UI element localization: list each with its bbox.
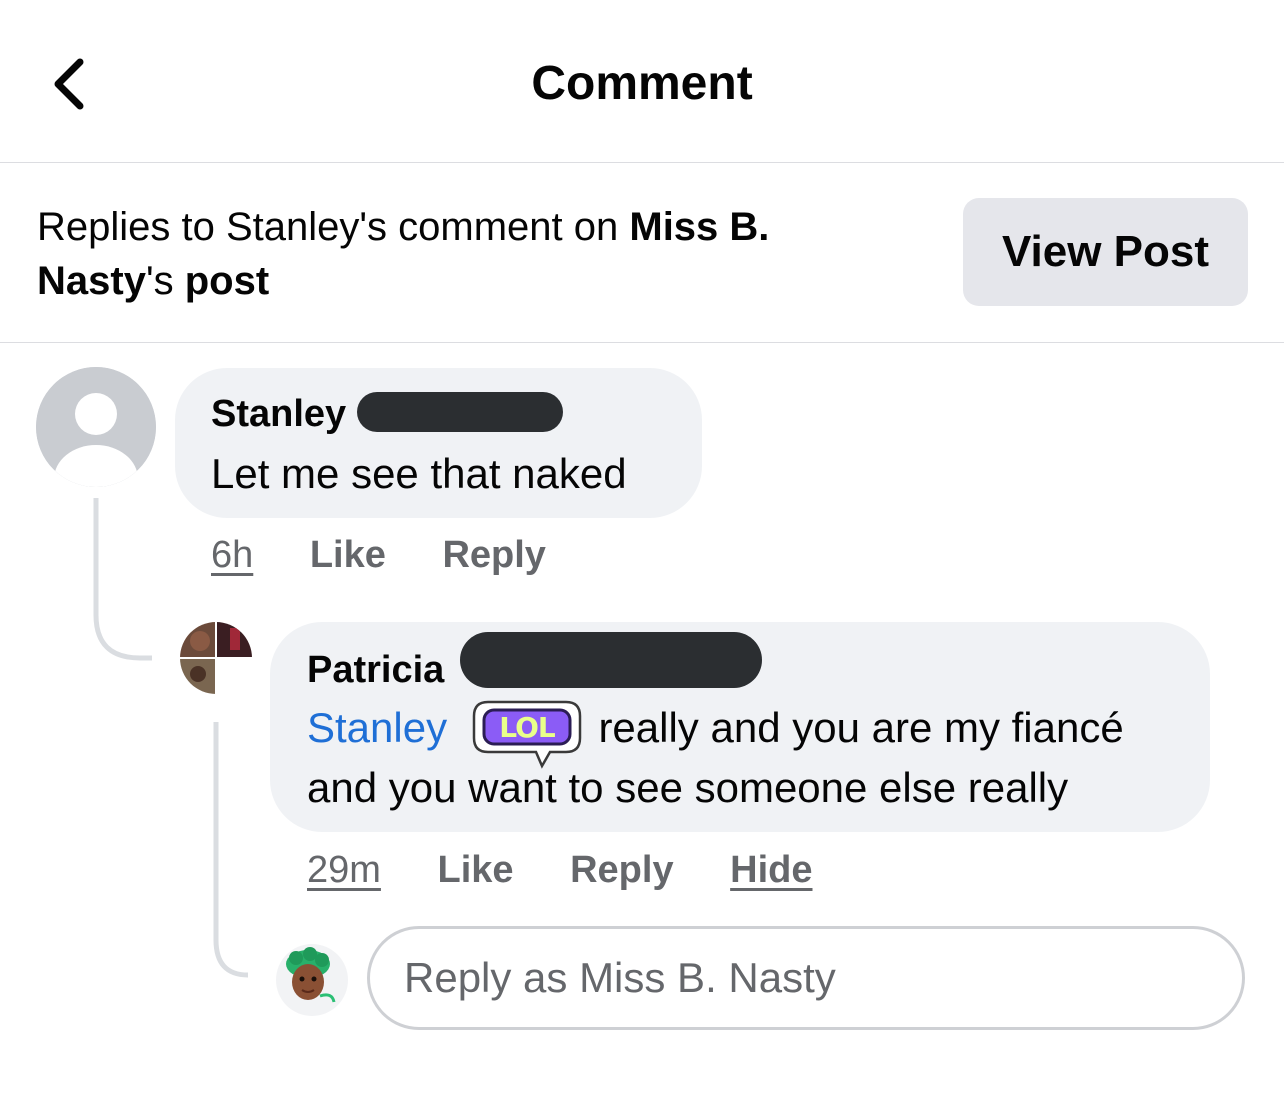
comment-text: Let me see that naked: [211, 450, 627, 497]
comment-timestamp[interactable]: 6h: [211, 534, 253, 576]
comment-bubble: Patricia Stanley really and you are my f…: [270, 622, 1210, 832]
like-button[interactable]: Like: [310, 534, 386, 576]
comment-actions: 29m Like Reply Hide: [307, 845, 813, 895]
reply-placeholder: Reply as Miss B. Nasty: [404, 954, 836, 1001]
avatar[interactable]: [36, 367, 156, 487]
comment-author[interactable]: Patricia: [307, 646, 444, 694]
default-user-icon: [36, 367, 156, 487]
comment-line-2: and you want to see someone else really: [307, 764, 1069, 811]
like-button[interactable]: Like: [437, 849, 513, 891]
redaction-bar: [357, 392, 563, 432]
redaction-bar: [460, 632, 762, 688]
reply-button[interactable]: Reply: [570, 849, 673, 891]
reply-button[interactable]: Reply: [442, 534, 545, 576]
avatar[interactable]: [276, 944, 348, 1016]
sticker-text: LOL: [499, 710, 556, 744]
avatar[interactable]: [180, 622, 252, 694]
lol-sticker: LOL: [468, 696, 586, 774]
mention-link[interactable]: Stanley: [307, 704, 447, 751]
comment-text: really and you are my fiancé: [598, 704, 1124, 751]
comment-line-1: Stanley really and you are my fiancé: [307, 698, 1124, 758]
profile-collage-image: [180, 622, 252, 694]
comment-timestamp[interactable]: 29m: [307, 849, 381, 891]
comment-bubble: Stanley Let me see that naked: [175, 368, 702, 518]
comment-author[interactable]: Stanley: [211, 390, 346, 438]
reply-input[interactable]: Reply as Miss B. Nasty: [367, 926, 1245, 1030]
comment-actions: 6h Like Reply: [211, 530, 546, 580]
profile-sticker-image: [276, 944, 348, 1016]
hide-button[interactable]: Hide: [730, 849, 812, 891]
